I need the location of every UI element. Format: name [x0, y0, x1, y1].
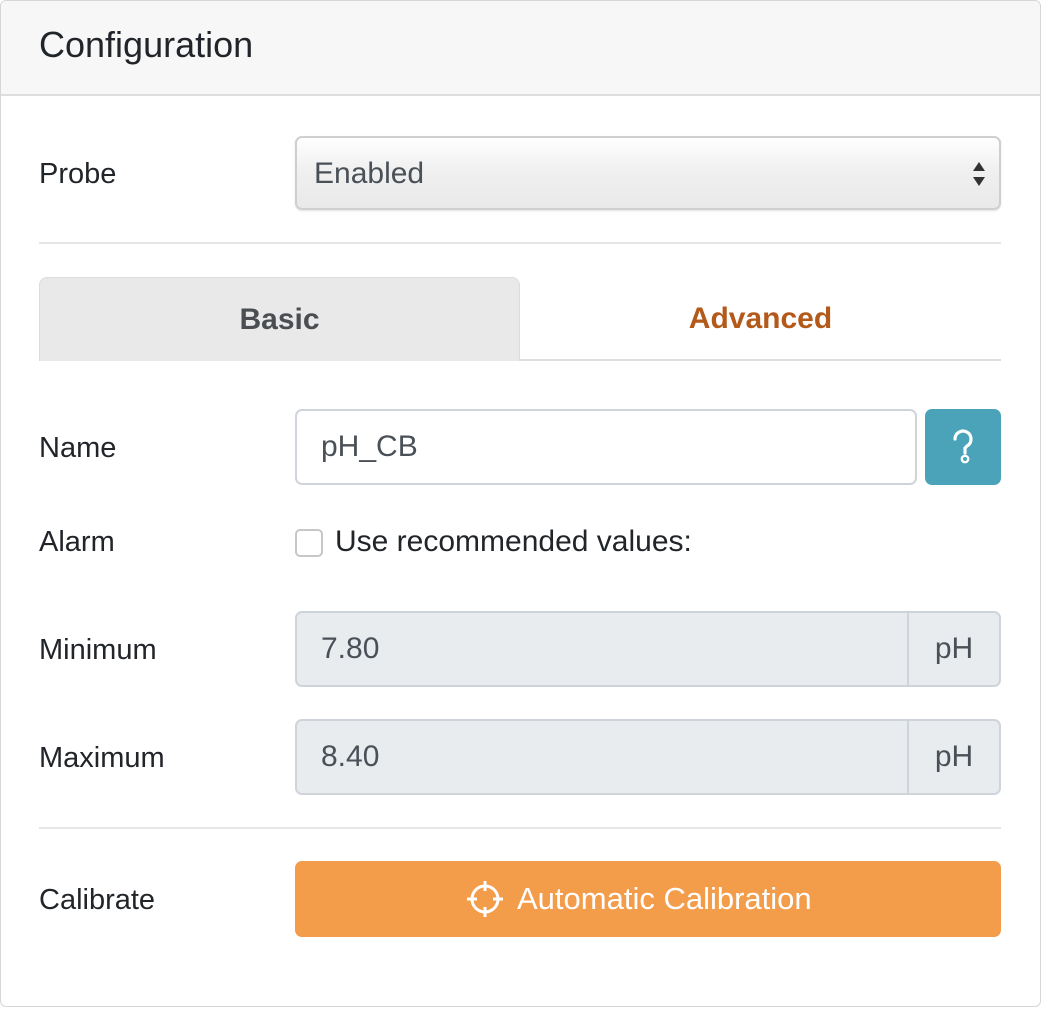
use-recommended-label[interactable]: Use recommended values:: [335, 524, 692, 560]
minimum-input-group: 7.80 pH: [295, 611, 1001, 687]
calibrate-label: Calibrate: [39, 884, 156, 916]
crosshairs-icon: [467, 881, 503, 917]
name-input[interactable]: pH_CB: [295, 409, 917, 485]
probe-select[interactable]: Enabled: [295, 136, 1001, 210]
panel-header: Configuration: [1, 1, 1040, 96]
tab-basic[interactable]: Basic: [39, 277, 520, 361]
divider: [39, 827, 1001, 829]
maximum-unit: pH: [907, 719, 1001, 795]
use-recommended-checkbox[interactable]: [295, 529, 323, 557]
name-label: Name: [39, 432, 117, 464]
divider: [39, 242, 1001, 244]
maximum-input-group: 8.40 pH: [295, 719, 1001, 795]
automatic-calibration-button[interactable]: Automatic Calibration: [295, 861, 1001, 937]
maximum-label: Maximum: [39, 742, 165, 774]
probe-label: Probe: [39, 158, 117, 190]
minimum-input[interactable]: 7.80: [295, 611, 909, 687]
probe-select-value: Enabled: [314, 157, 425, 190]
automatic-calibration-label: Automatic Calibration: [517, 881, 812, 916]
minimum-unit: pH: [907, 611, 1001, 687]
tab-bar: Basic Advanced: [39, 277, 1001, 361]
maximum-input[interactable]: 8.40: [295, 719, 909, 795]
question-icon: [953, 429, 973, 464]
configuration-panel: Configuration Probe Enabled Basic Advanc…: [0, 0, 1041, 1007]
alarm-label: Alarm: [39, 526, 115, 558]
help-button[interactable]: [925, 409, 1001, 485]
panel-title: Configuration: [39, 24, 254, 65]
tab-advanced[interactable]: Advanced: [520, 277, 1001, 361]
select-arrows-icon: [973, 162, 985, 186]
minimum-label: Minimum: [39, 634, 157, 666]
